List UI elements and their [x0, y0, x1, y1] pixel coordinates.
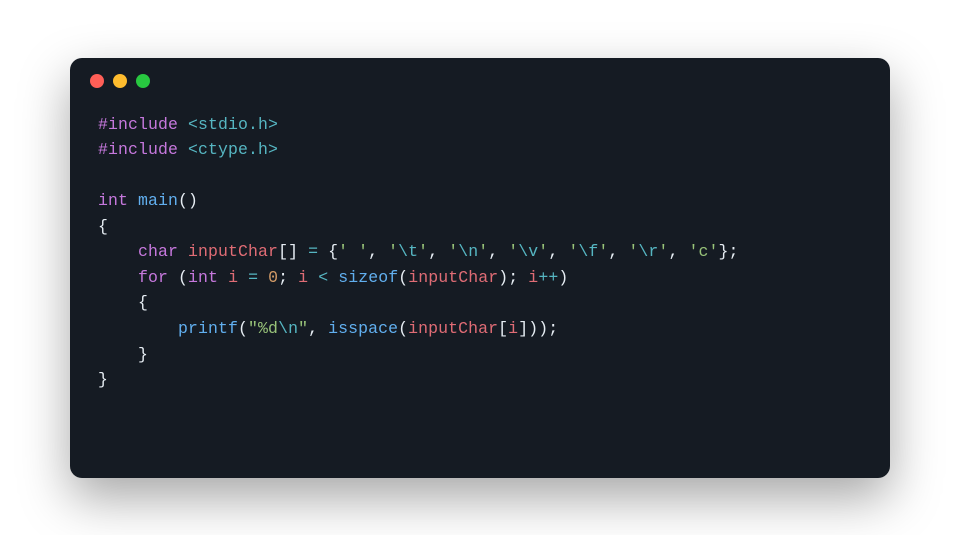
code-token: \r	[638, 242, 658, 261]
code-token: \t	[398, 242, 418, 261]
code-token: 'c'	[688, 242, 718, 261]
code-token: i	[508, 319, 518, 338]
code-token: \n	[278, 319, 298, 338]
code-token: '	[658, 242, 668, 261]
code-token: ()	[178, 191, 198, 210]
code-token: ,	[608, 242, 628, 261]
code-token: main	[138, 191, 178, 210]
code-token: char	[138, 242, 178, 261]
code-token	[98, 268, 138, 287]
code-token: 0	[268, 268, 278, 287]
code-token: isspace	[328, 319, 398, 338]
code-token: inputChar	[188, 242, 278, 261]
code-token	[98, 319, 178, 338]
code-token: ' '	[338, 242, 368, 261]
code-token: (	[238, 319, 248, 338]
code-token: ,	[488, 242, 508, 261]
code-token: ,	[368, 242, 388, 261]
code-token: ]));	[518, 319, 558, 338]
code-block: #include <stdio.h>#include <ctype.h> int…	[70, 104, 890, 421]
window-titlebar	[70, 58, 890, 104]
code-token: ;	[278, 268, 298, 287]
code-token: []	[278, 242, 308, 261]
minimize-dot-icon[interactable]	[113, 74, 127, 88]
code-token: '	[418, 242, 428, 261]
code-line: }	[98, 367, 862, 393]
code-token: {	[318, 242, 338, 261]
code-token: i	[528, 268, 538, 287]
code-token: =	[248, 268, 258, 287]
code-token: i	[228, 268, 238, 287]
code-token: {	[98, 293, 148, 312]
code-token: '	[478, 242, 488, 261]
code-token: ,	[668, 242, 688, 261]
code-line: for (int i = 0; i < sizeof(inputChar); i…	[98, 265, 862, 291]
code-token: int	[188, 268, 218, 287]
code-token: \n	[458, 242, 478, 261]
code-token: "%d	[248, 319, 278, 338]
code-token	[178, 242, 188, 261]
code-line: int main()	[98, 188, 862, 214]
code-token: ++	[538, 268, 558, 287]
code-token: "	[298, 319, 308, 338]
code-token: i	[298, 268, 308, 287]
code-token: \v	[518, 242, 538, 261]
code-token: '	[568, 242, 578, 261]
code-token: (	[398, 319, 408, 338]
code-token	[128, 191, 138, 210]
code-token	[178, 115, 188, 134]
code-line: }	[98, 342, 862, 368]
code-token: '	[388, 242, 398, 261]
code-token: <	[318, 268, 328, 287]
code-token: '	[538, 242, 548, 261]
code-line: printf("%d\n", isspace(inputChar[i]));	[98, 316, 862, 342]
code-token: int	[98, 191, 128, 210]
code-token: }	[98, 345, 148, 364]
code-token: for	[138, 268, 168, 287]
code-token: );	[498, 268, 528, 287]
code-token: [	[498, 319, 508, 338]
code-line: {	[98, 290, 862, 316]
code-token: printf	[178, 319, 238, 338]
code-token	[328, 268, 338, 287]
code-token: ,	[428, 242, 448, 261]
code-token: '	[628, 242, 638, 261]
code-token: '	[508, 242, 518, 261]
code-token: {	[98, 217, 108, 236]
code-token	[238, 268, 248, 287]
zoom-dot-icon[interactable]	[136, 74, 150, 88]
code-token: '	[598, 242, 608, 261]
code-token: #include	[98, 115, 178, 134]
code-token	[178, 140, 188, 159]
code-token: };	[718, 242, 738, 261]
code-token	[258, 268, 268, 287]
code-window: #include <stdio.h>#include <ctype.h> int…	[70, 58, 890, 478]
code-token: sizeof	[338, 268, 398, 287]
code-token	[98, 242, 138, 261]
code-line: #include <stdio.h>	[98, 112, 862, 138]
code-token: inputChar	[408, 319, 498, 338]
code-token	[308, 268, 318, 287]
code-token: <ctype.h>	[188, 140, 278, 159]
code-token: (	[168, 268, 188, 287]
code-line: char inputChar[] = {' ', '\t', '\n', '\v…	[98, 239, 862, 265]
code-token: '	[448, 242, 458, 261]
code-token: =	[308, 242, 318, 261]
code-line	[98, 163, 862, 189]
code-token: ,	[308, 319, 328, 338]
code-token: }	[98, 370, 108, 389]
code-token: ,	[548, 242, 568, 261]
code-token: inputChar	[408, 268, 498, 287]
code-token: \f	[578, 242, 598, 261]
code-token: (	[398, 268, 408, 287]
close-dot-icon[interactable]	[90, 74, 104, 88]
code-token: )	[558, 268, 568, 287]
code-line: {	[98, 214, 862, 240]
code-token: #include	[98, 140, 178, 159]
code-token: <stdio.h>	[188, 115, 278, 134]
code-line: #include <ctype.h>	[98, 137, 862, 163]
code-token	[218, 268, 228, 287]
